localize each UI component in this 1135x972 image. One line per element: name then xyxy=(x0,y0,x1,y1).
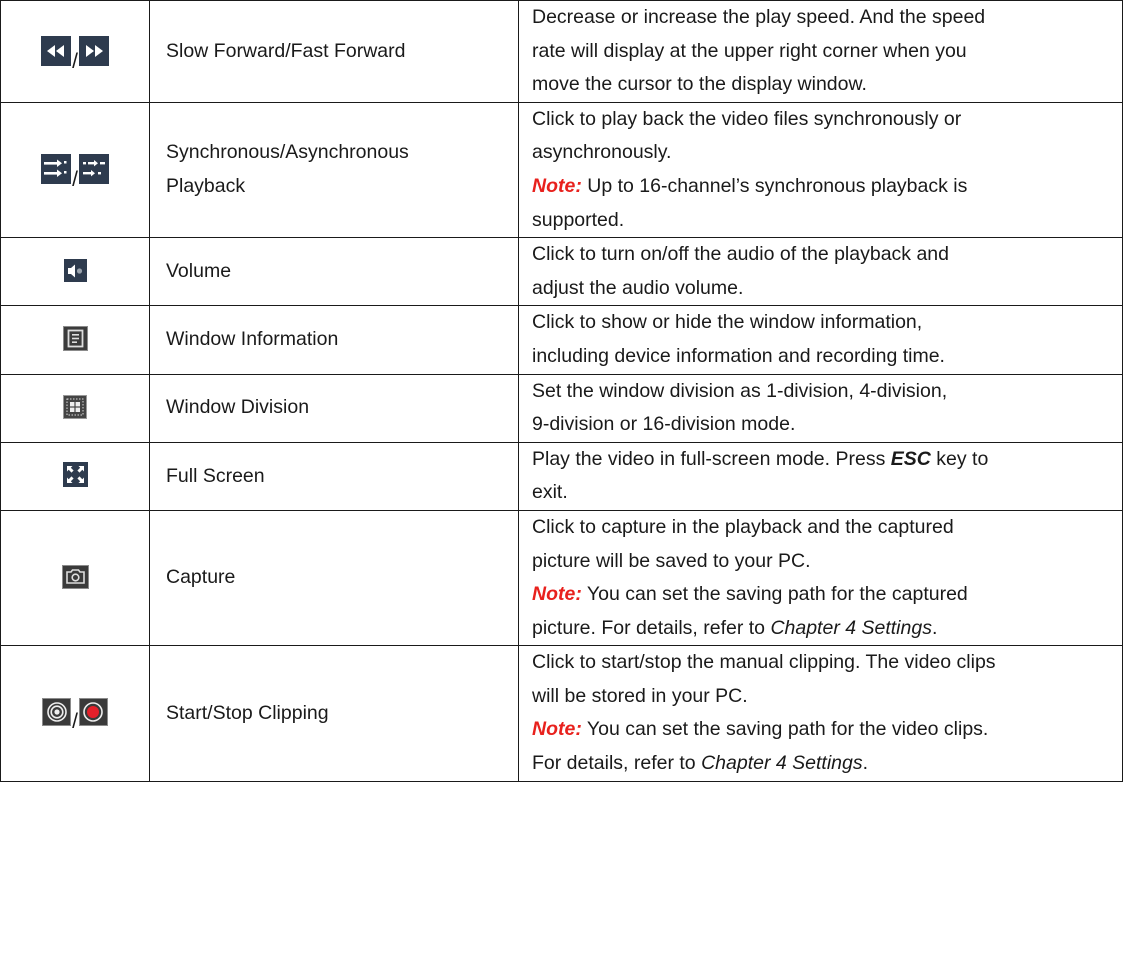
stop-clipping-icon xyxy=(78,697,108,726)
table-row: / Start/Stop Clipping Click to start/sto… xyxy=(0,645,1123,782)
window-division-icon xyxy=(63,394,87,419)
function-name: Full Screen xyxy=(149,441,519,511)
table-row: / Synchronous/Asynchronous Playback Clic… xyxy=(0,101,1123,239)
chapter-reference: Chapter 4 Settings xyxy=(770,616,932,639)
note-label: Note: xyxy=(532,583,582,606)
icon-cell xyxy=(0,509,150,647)
function-name: Slow Forward/Fast Forward xyxy=(149,0,519,103)
function-name: Window Information xyxy=(149,305,519,375)
icon-cell: / xyxy=(0,0,150,103)
esc-key-label: ESC xyxy=(890,447,931,470)
function-name: Volume xyxy=(149,237,519,307)
function-description: Click to capture in the playback and the… xyxy=(518,509,1123,647)
function-name: Synchronous/Asynchronous Playback xyxy=(149,101,519,239)
note-line: Note: You can set the saving path for th… xyxy=(532,718,989,741)
volume-icon xyxy=(63,259,87,282)
function-description: Decrease or increase the play speed. And… xyxy=(518,0,1123,103)
slow-forward-icon xyxy=(41,36,72,67)
icon-cell: / xyxy=(0,645,150,782)
table-row: Full Screen Play the video in full-scree… xyxy=(0,441,1123,511)
full-screen-icon xyxy=(62,462,88,488)
function-name: Capture xyxy=(149,509,519,647)
table-row: / Slow Forward/Fast Forward Decrease or … xyxy=(0,0,1123,103)
synchronous-playback-icon xyxy=(41,153,72,184)
start-clipping-icon xyxy=(42,697,72,726)
function-description: Click to show or hide the window informa… xyxy=(518,305,1123,375)
function-description: Click to start/stop the manual clipping.… xyxy=(518,645,1123,782)
function-description: Click to play back the video files synch… xyxy=(518,101,1123,239)
function-description: Set the window division as 1-division, 4… xyxy=(518,373,1123,443)
table-row: Window Information Click to show or hide… xyxy=(0,305,1123,375)
function-description: Play the video in full-screen mode. Pres… xyxy=(518,441,1123,511)
note-label: Note: xyxy=(532,174,582,197)
icon-cell xyxy=(0,441,150,511)
fast-forward-icon xyxy=(78,36,109,67)
function-name: Window Division xyxy=(149,373,519,443)
chapter-reference: Chapter 4 Settings xyxy=(701,752,863,775)
note-line: Note: You can set the saving path for th… xyxy=(532,583,968,606)
capture-icon xyxy=(61,564,89,589)
note-line: Note: Up to 16-channel’s synchronous pla… xyxy=(532,174,968,197)
icon-cell xyxy=(0,237,150,307)
icon-cell xyxy=(0,373,150,443)
toolbar-reference-table: / Slow Forward/Fast Forward Decrease or … xyxy=(0,0,1123,782)
function-description: Click to turn on/off the audio of the pl… xyxy=(518,237,1123,307)
asynchronous-playback-icon xyxy=(78,153,109,184)
icon-cell: / xyxy=(0,101,150,239)
note-label: Note: xyxy=(532,718,582,741)
window-information-icon xyxy=(62,325,88,351)
table-row: Capture Click to capture in the playback… xyxy=(0,509,1123,647)
icon-cell xyxy=(0,305,150,375)
table-row: Window Division Set the window division … xyxy=(0,373,1123,443)
function-name: Start/Stop Clipping xyxy=(149,645,519,782)
table-row: Volume Click to turn on/off the audio of… xyxy=(0,237,1123,307)
